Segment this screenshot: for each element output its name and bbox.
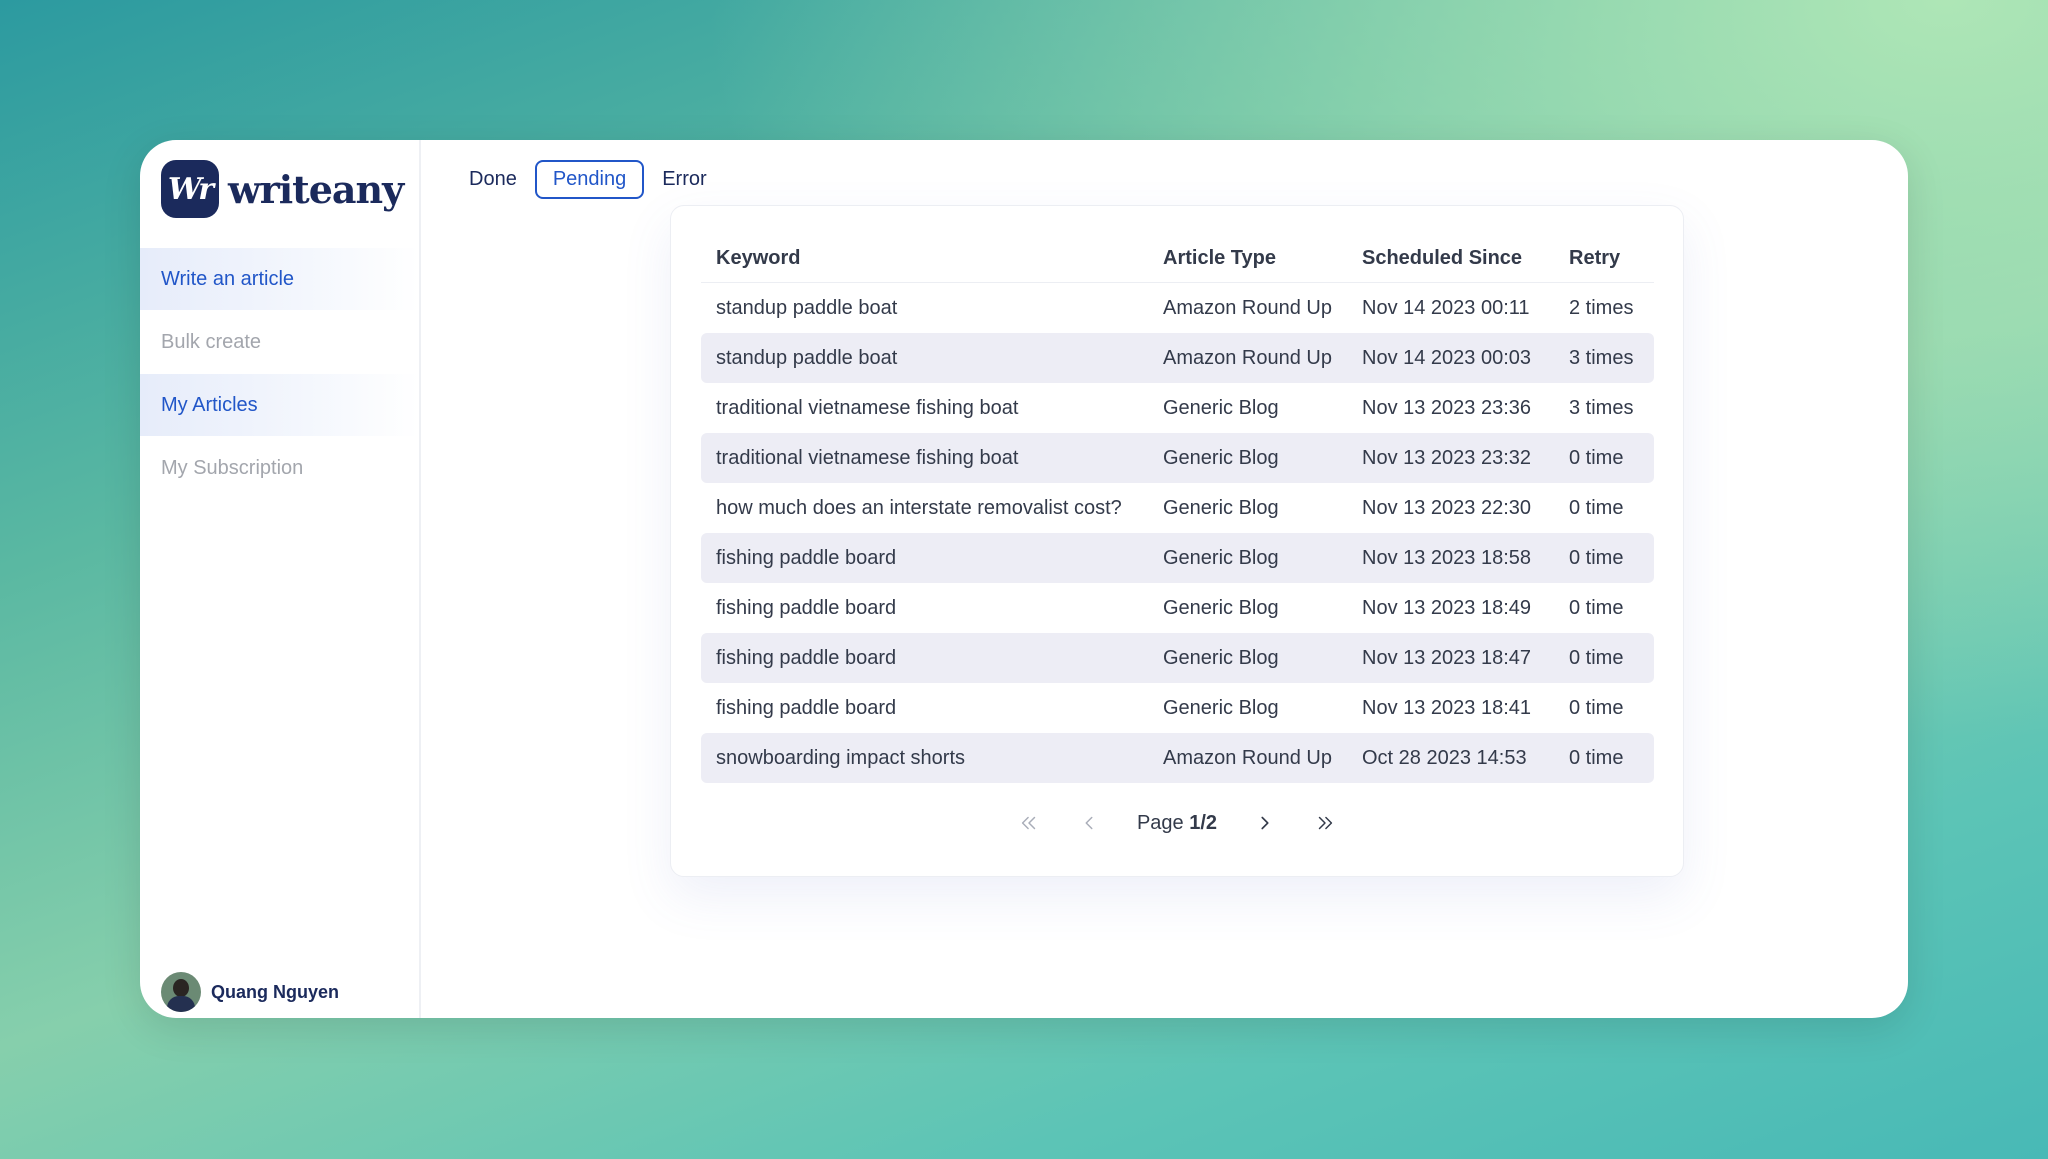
tab-error[interactable]: Error [644,160,724,199]
cell-article-type: Generic Blog [1163,396,1279,419]
cell-article-type: Generic Blog [1148,533,1347,583]
cell-scheduled-since: Oct 28 2023 14:53 [1347,733,1554,783]
cell-retry: 3 times [1569,396,1634,419]
cell-keyword: fishing paddle board [716,596,897,619]
sidebar-item-my-subscription[interactable]: My Subscription [140,437,419,499]
table-row[interactable]: fishing paddle board Generic Blog Nov 13… [701,583,1654,633]
table-row[interactable]: fishing paddle board Generic Blog Nov 13… [701,533,1654,583]
cell-scheduled-since: Nov 13 2023 18:47 [1347,633,1554,683]
pagination: Page 1/2 [671,807,1683,839]
cell-article-type: Generic Blog [1163,596,1279,619]
cell-article-type: Generic Blog [1148,633,1347,683]
cell-scheduled-since: Nov 13 2023 22:30 [1362,496,1532,519]
table-row[interactable]: snowboarding impact shorts Amazon Round … [701,733,1654,783]
sidebar-item-my-articles[interactable]: My Articles [140,374,419,436]
cell-scheduled-since: Nov 13 2023 18:49 [1362,596,1532,619]
table-row[interactable]: how much does an interstate removalist c… [701,483,1654,533]
cell-retry: 0 time [1554,633,1654,683]
avatar [161,972,201,1012]
cell-retry: 0 time [1554,733,1654,783]
first-page-button[interactable] [1005,807,1053,839]
chevron-right-icon [1261,816,1269,830]
chevrons-right-icon [1318,816,1333,830]
cell-article-type: Amazon Round Up [1148,333,1347,383]
previous-page-button[interactable] [1065,807,1113,839]
cell-article-type: Generic Blog [1163,496,1279,519]
table-row[interactable]: standup paddle boat Amazon Round Up Nov … [701,283,1654,334]
column-header-retry: Retry [1554,234,1654,283]
sidebar-item-bulk-create[interactable]: Bulk create [140,311,419,373]
cell-keyword: traditional vietnamese fishing boat [716,396,1019,419]
cell-keyword: snowboarding impact shorts [701,733,1148,783]
last-page-button[interactable] [1301,807,1349,839]
page-number: 1/2 [1189,811,1218,834]
logo-mark: Wr [161,160,219,218]
column-header-scheduled-since: Scheduled Since [1347,234,1554,283]
table-row[interactable]: traditional vietnamese fishing boat Gene… [701,383,1654,433]
cell-keyword: fishing paddle board [716,696,897,719]
user-profile[interactable]: Quang Nguyen [161,972,339,1012]
cell-keyword: fishing paddle board [701,633,1148,683]
cell-keyword: standup paddle boat [701,333,1148,383]
cell-keyword: fishing paddle board [701,533,1148,583]
cell-scheduled-since: Nov 13 2023 18:41 [1362,696,1532,719]
table-row[interactable]: traditional vietnamese fishing boat Gene… [701,433,1654,483]
cell-retry: 2 times [1569,296,1634,319]
cell-retry: 0 time [1569,496,1624,519]
sidebar-item-write-article[interactable]: Write an article [140,248,419,310]
chevrons-left-icon [1021,816,1036,830]
cell-keyword: how much does an interstate removalist c… [716,496,1122,519]
table-row[interactable]: standup paddle boat Amazon Round Up Nov … [701,333,1654,383]
cell-scheduled-since: Nov 13 2023 23:36 [1362,396,1532,419]
tab-pending[interactable]: Pending [534,160,645,199]
table-header-row: Keyword Article Type Scheduled Since Ret… [701,234,1654,283]
cell-scheduled-since: Nov 14 2023 00:03 [1347,333,1554,383]
articles-table: Keyword Article Type Scheduled Since Ret… [701,234,1654,783]
cell-retry: 0 time [1554,433,1654,483]
tab-done[interactable]: Done [467,160,535,199]
column-header-keyword: Keyword [701,234,1148,283]
logo-text: writeany [228,166,404,212]
table-row[interactable]: fishing paddle board Generic Blog Nov 13… [701,683,1654,733]
cell-scheduled-since: Nov 14 2023 00:11 [1362,296,1530,319]
column-header-article-type: Article Type [1148,234,1347,283]
cell-scheduled-since: Nov 13 2023 18:58 [1347,533,1554,583]
cell-scheduled-since: Nov 13 2023 23:32 [1347,433,1554,483]
cell-article-type: Generic Blog [1148,433,1347,483]
page-indicator: Page 1/2 [1137,812,1217,835]
cell-article-type: Generic Blog [1163,696,1279,719]
cell-retry: 0 time [1569,596,1624,619]
articles-card: Keyword Article Type Scheduled Since Ret… [670,205,1684,877]
logo[interactable]: Wr writeany [161,160,404,218]
table-row[interactable]: fishing paddle board Generic Blog Nov 13… [701,633,1654,683]
cell-article-type: Amazon Round Up [1163,296,1332,319]
status-tabs: Done Pending Error [467,160,725,199]
chevron-left-icon [1085,816,1093,830]
cell-keyword: traditional vietnamese fishing boat [701,433,1148,483]
cell-retry: 0 time [1569,696,1624,719]
next-page-button[interactable] [1241,807,1289,839]
cell-retry: 0 time [1554,533,1654,583]
cell-retry: 3 times [1554,333,1654,383]
sidebar: Wr writeany Write an article Bulk create… [140,140,421,1018]
page-label: Page [1136,811,1184,834]
app-window: Wr writeany Write an article Bulk create… [140,140,1908,1018]
sidebar-nav: Write an article Bulk create My Articles… [140,248,419,500]
user-name: Quang Nguyen [211,981,340,1002]
cell-article-type: Amazon Round Up [1148,733,1347,783]
cell-keyword: standup paddle boat [716,296,898,319]
